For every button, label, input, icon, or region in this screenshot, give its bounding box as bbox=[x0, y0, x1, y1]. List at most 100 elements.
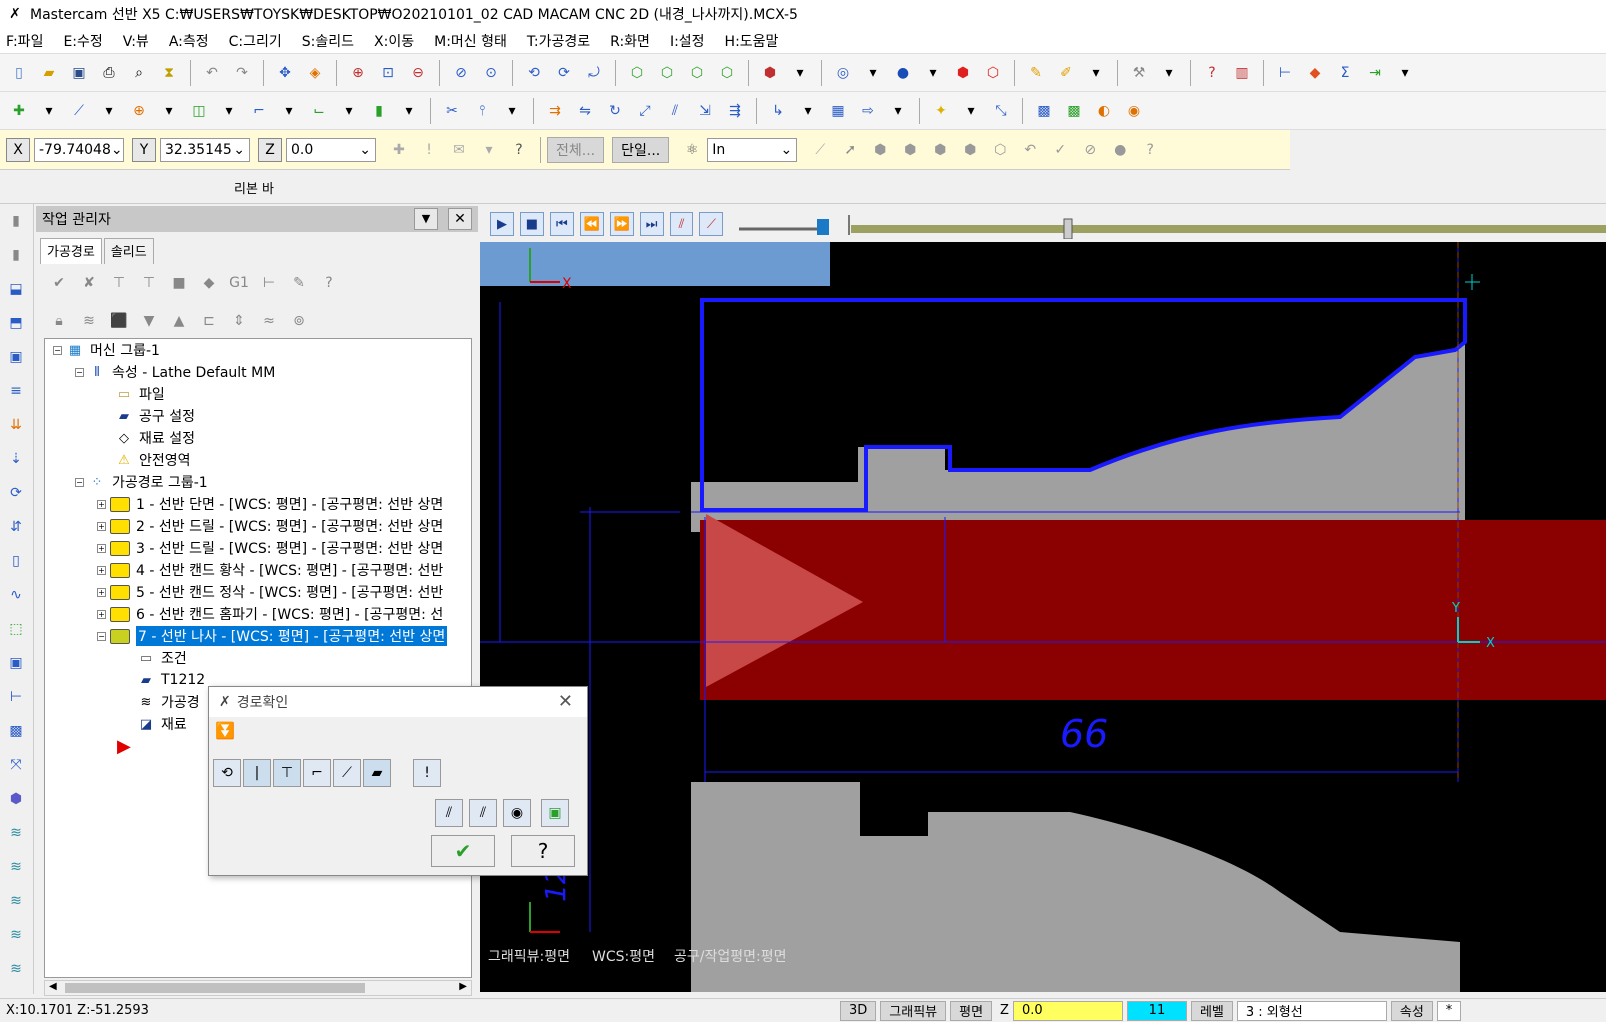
point-dropdown-icon[interactable]: ▾ bbox=[37, 99, 61, 123]
break-icon[interactable]: ⫯ bbox=[470, 99, 494, 123]
pencil-icon[interactable]: ✎ bbox=[1024, 61, 1048, 85]
save-icon[interactable]: ▣ bbox=[67, 61, 91, 85]
layer-5-icon[interactable]: ≋ bbox=[4, 957, 28, 981]
chevron-down-icon[interactable]: ⌄ bbox=[359, 142, 371, 158]
menu-help[interactable]: H:도움말 bbox=[725, 31, 779, 51]
xform-offset-icon[interactable]: ⫽ bbox=[663, 99, 687, 123]
pencil-multi-icon[interactable]: ✐ bbox=[1054, 61, 1078, 85]
color-field[interactable]: 11 bbox=[1126, 1000, 1187, 1021]
chamfer-dropdown-icon[interactable]: ▾ bbox=[337, 99, 361, 123]
regenerate-dirty-icon[interactable]: ⊤ bbox=[137, 271, 161, 295]
hex-2-icon[interactable]: ⬢ bbox=[898, 138, 922, 162]
undo-icon[interactable]: ↶ bbox=[200, 61, 224, 85]
play-icon[interactable]: ▶ bbox=[490, 212, 514, 236]
iso-view-icon[interactable]: ⬡ bbox=[625, 61, 649, 85]
menu-xform[interactable]: X:이동 bbox=[374, 31, 414, 51]
xform-mirror-icon[interactable]: ⇋ bbox=[573, 99, 597, 123]
xform-roll-icon[interactable]: ⇶ bbox=[723, 99, 747, 123]
tree-machine-group[interactable]: − ▦ 머신 그룹-1 bbox=[53, 339, 160, 361]
only-display-icon[interactable]: ⊚ bbox=[287, 309, 311, 333]
z-coordinate-field[interactable]: 0.0 ⌄ bbox=[286, 137, 376, 162]
fillet-icon[interactable]: ⌐ bbox=[247, 99, 271, 123]
fast-point-icon[interactable]: ✚ bbox=[387, 138, 411, 162]
lathe-quick-icon[interactable]: ⇣ bbox=[4, 447, 28, 471]
sphere-dropdown-icon[interactable]: ▾ bbox=[921, 61, 945, 85]
lathe-misc-icon[interactable]: ⬢ bbox=[4, 787, 28, 811]
menu-settings[interactable]: I:설정 bbox=[670, 31, 705, 51]
tab-toolpaths[interactable]: 가공경로 bbox=[40, 238, 102, 264]
fillet-dropdown-icon[interactable]: ▾ bbox=[277, 99, 301, 123]
zoom-out-icon[interactable]: ⊖ bbox=[406, 61, 430, 85]
layer-1-icon[interactable]: ≋ bbox=[4, 821, 28, 845]
lock-icon[interactable]: 🔒︎ bbox=[47, 309, 71, 333]
menu-edit[interactable]: E:수정 bbox=[63, 31, 102, 51]
envelope-dropdown-icon[interactable]: ▾ bbox=[477, 138, 501, 162]
tree-horizontal-scrollbar[interactable]: ◀ ▶ bbox=[44, 980, 472, 996]
show-path-icon[interactable]: ⟲ bbox=[213, 759, 241, 787]
menu-analyze[interactable]: A:측정 bbox=[169, 31, 209, 51]
linestyle-select[interactable]: * bbox=[1436, 1000, 1462, 1021]
attributes-button[interactable]: 속성 bbox=[1390, 1000, 1433, 1021]
cube-dropdown-icon[interactable]: ▾ bbox=[788, 61, 812, 85]
tree-safety-zone[interactable]: ⚠ 안전영역 bbox=[115, 449, 190, 471]
step-back-icon[interactable]: ⏪ bbox=[579, 212, 604, 236]
view-rotate-icon[interactable]: ⟲ bbox=[522, 61, 546, 85]
tree-tool-settings[interactable]: ▰ 공구 설정 bbox=[115, 405, 195, 427]
chamfer-icon[interactable]: ⌙ bbox=[307, 99, 331, 123]
post-icon[interactable]: ◉ bbox=[1122, 99, 1146, 123]
3d-toggle-button[interactable]: 3D bbox=[840, 1000, 877, 1021]
dimension-dropdown-icon[interactable]: ▾ bbox=[796, 99, 820, 123]
shade-outline-icon[interactable]: ⬡ bbox=[981, 61, 1005, 85]
xform-scale-icon[interactable]: ⤢ bbox=[633, 99, 657, 123]
save-all-icon[interactable]: ⫽ bbox=[469, 799, 497, 827]
tool-display-icon[interactable]: ⟋ bbox=[699, 212, 724, 236]
hex-4-icon[interactable]: ⬢ bbox=[958, 138, 982, 162]
ok-button[interactable]: ✔ bbox=[431, 835, 495, 867]
pan-icon[interactable]: ✥ bbox=[273, 61, 297, 85]
xform-project-icon[interactable]: ⇲ bbox=[693, 99, 717, 123]
print-preview-icon[interactable]: ⌕ bbox=[127, 61, 151, 85]
layer-2-icon[interactable]: ≋ bbox=[4, 855, 28, 879]
xform-translate-icon[interactable]: ⇉ bbox=[543, 99, 567, 123]
layer-3-icon[interactable]: ≋ bbox=[4, 889, 28, 913]
globe-dropdown-icon[interactable]: ▾ bbox=[861, 61, 885, 85]
lathe-thread-icon[interactable]: ≡ bbox=[4, 379, 28, 403]
info-icon[interactable]: ! bbox=[413, 759, 441, 787]
cube-select-icon[interactable]: ⬡ bbox=[988, 138, 1012, 162]
tree-operation-5[interactable]: +5 - 선반 캔드 정삭 - [WCS: 평면] - [공구평면: 선반 bbox=[97, 581, 443, 603]
y-lock-button[interactable]: Y bbox=[132, 137, 156, 162]
lathe-face-icon[interactable]: ▮ bbox=[4, 209, 28, 233]
unzoom-icon[interactable]: ⊙ bbox=[479, 61, 503, 85]
cad-drawing[interactable]: X Y X 66 120 bbox=[480, 242, 1606, 992]
stop-icon[interactable]: ■ bbox=[519, 212, 544, 236]
tree-tool[interactable]: ▰ T1212 bbox=[137, 669, 205, 691]
hex-3-icon[interactable]: ⬢ bbox=[928, 138, 952, 162]
tree-operation-2[interactable]: +2 - 선반 드릴 - [WCS: 평면] - [공구평면: 선반 상면 bbox=[97, 515, 443, 537]
tree-stock-setup[interactable]: ◇ 재료 설정 bbox=[115, 427, 195, 449]
wand-dropdown-icon[interactable]: ▾ bbox=[1157, 61, 1181, 85]
verify-icon[interactable]: ▩ bbox=[1062, 99, 1086, 123]
zoom-target-icon[interactable]: ⊡ bbox=[376, 61, 400, 85]
lightbulb-icon[interactable]: ✦ bbox=[929, 99, 953, 123]
screenshot-icon[interactable]: ◉ bbox=[503, 799, 531, 827]
menu-file[interactable]: F:파일 bbox=[6, 31, 43, 51]
undo-select-icon[interactable]: ↶ bbox=[1018, 138, 1042, 162]
backplot-icon[interactable]: ▩ bbox=[1032, 99, 1056, 123]
scroll-right-icon[interactable]: ▶ bbox=[459, 981, 467, 992]
zoom-window-icon[interactable]: ⊕ bbox=[346, 61, 370, 85]
line-icon[interactable]: ⟋ bbox=[67, 99, 91, 123]
chevron-down-icon[interactable]: ⌄ bbox=[781, 142, 793, 158]
backplot-ops-icon[interactable]: ■ bbox=[167, 271, 191, 295]
menu-screen[interactable]: R:화면 bbox=[610, 31, 650, 51]
skip-end-icon[interactable]: ⏭ bbox=[639, 212, 664, 236]
verify-ops-icon[interactable]: ◆ bbox=[197, 271, 221, 295]
lathe-chuck-icon[interactable]: ▣ bbox=[4, 651, 28, 675]
show-rapid-icon[interactable]: ⌐ bbox=[303, 759, 331, 787]
show-endpoints-icon[interactable]: ⟋ bbox=[333, 759, 361, 787]
convert-dropdown-icon[interactable]: ▾ bbox=[886, 99, 910, 123]
lathe-groove-icon[interactable]: ▣ bbox=[4, 345, 28, 369]
cube-view-icon[interactable]: ⬢ bbox=[758, 61, 782, 85]
lathe-finish-icon[interactable]: ⬓ bbox=[4, 277, 28, 301]
tree-operation-3[interactable]: +3 - 선반 드릴 - [WCS: 평면] - [공구평면: 선반 상면 bbox=[97, 537, 443, 559]
x-lock-button[interactable]: X bbox=[6, 137, 30, 162]
